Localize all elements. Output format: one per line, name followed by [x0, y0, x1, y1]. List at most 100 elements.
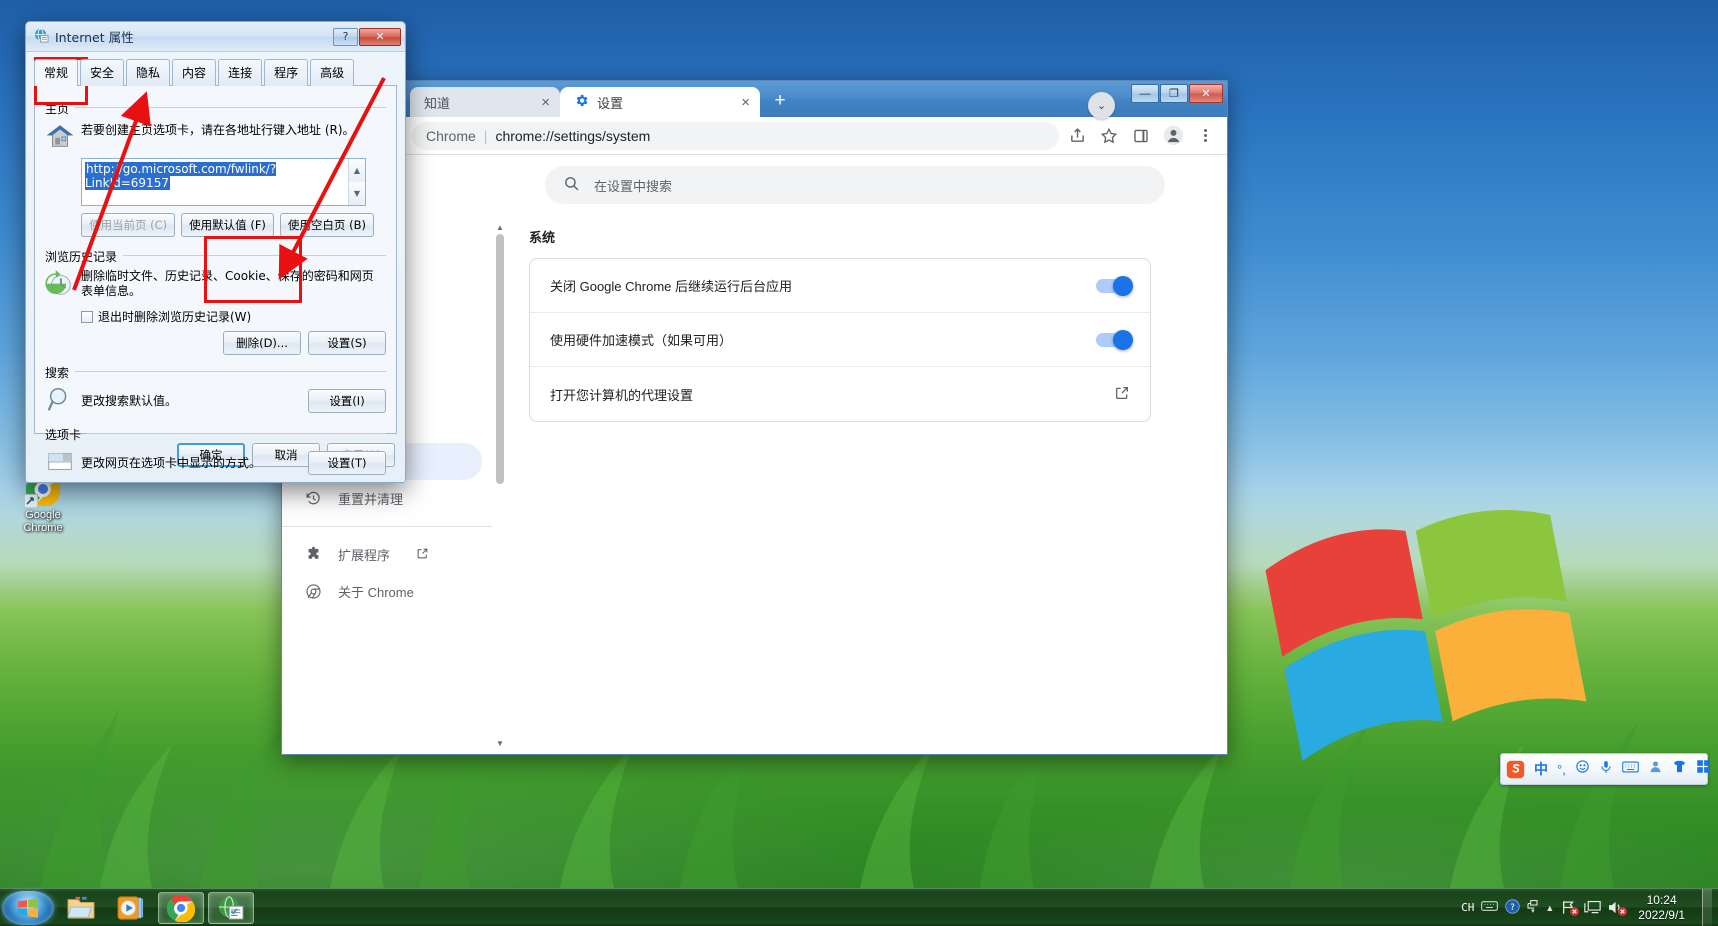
- delete-on-exit-checkbox[interactable]: [81, 310, 93, 323]
- clock[interactable]: 10:24 2022/9/1: [1632, 893, 1695, 923]
- dialog-title-buttons[interactable]: ? ✕: [333, 27, 405, 46]
- chrome-window[interactable]: 知道 × 设置 × + ⌄ — ❐ ✕ Chrome | chrome://se…: [281, 80, 1228, 755]
- search-group-header: 搜索: [45, 362, 386, 381]
- browser-tab-0[interactable]: 知道 ×: [410, 87, 560, 117]
- keyboard-icon[interactable]: [1621, 760, 1639, 779]
- tab-general[interactable]: 常规: [34, 59, 79, 86]
- profile-icon[interactable]: [1159, 122, 1187, 150]
- tab-security[interactable]: 安全: [80, 59, 125, 86]
- use-blank-page-button[interactable]: 使用空白页 (B): [279, 213, 374, 237]
- show-hidden-icons-icon[interactable]: ▾: [1527, 900, 1538, 915]
- tab-search-chevron-icon[interactable]: ⌄: [1088, 92, 1115, 119]
- input-language-indicator[interactable]: CH: [1461, 901, 1474, 914]
- tab-content[interactable]: 内容: [172, 59, 217, 86]
- show-desktop-button[interactable]: [1702, 889, 1712, 926]
- search-input[interactable]: 在设置中搜索: [545, 166, 1165, 204]
- tab-close-icon[interactable]: ×: [741, 95, 750, 110]
- toolbox-icon[interactable]: [1696, 759, 1711, 779]
- tab-close-icon[interactable]: ×: [541, 95, 550, 110]
- sidebar-item-extensions[interactable]: 扩展程序: [282, 536, 482, 573]
- tab-privacy[interactable]: 隐私: [126, 59, 171, 86]
- chevron-up-icon[interactable]: ▲: [1545, 903, 1554, 913]
- taskbar-windows-explorer[interactable]: [58, 892, 104, 924]
- dialog-titlebar[interactable]: Internet 属性 ? ✕: [26, 22, 405, 52]
- scroll-down-arrow-icon[interactable]: ▼: [349, 182, 365, 205]
- homepage-url-input[interactable]: http://go.microsoft.com/fwlink/?LinkId=6…: [81, 158, 366, 206]
- help-icon[interactable]: ?: [1505, 898, 1520, 917]
- history-restore-icon: [304, 490, 322, 508]
- delete-history-button[interactable]: 删除(D)...: [223, 331, 301, 355]
- chrome-toolbar[interactable]: Chrome | chrome://settings/system: [282, 117, 1227, 155]
- settings-scrollbar[interactable]: ▲ ▼: [493, 155, 507, 754]
- sidebar-item-label: 扩展程序: [338, 548, 391, 563]
- chrome-window-buttons[interactable]: — ❐ ✕: [1131, 84, 1223, 103]
- side-panel-icon[interactable]: [1127, 122, 1155, 150]
- setting-row-hardware-acceleration[interactable]: 使用硬件加速模式（如果可用）: [530, 313, 1150, 367]
- display-icon[interactable]: [1584, 900, 1602, 915]
- network-icon[interactable]: [1561, 900, 1580, 916]
- use-default-button[interactable]: 使用默认值 (F): [181, 213, 274, 237]
- svg-text:?: ?: [1510, 902, 1515, 912]
- bookmark-star-icon[interactable]: [1095, 122, 1123, 150]
- user-icon[interactable]: [1648, 759, 1663, 779]
- browser-tab-1[interactable]: 设置 ×: [560, 87, 760, 117]
- close-button[interactable]: ✕: [1189, 84, 1223, 103]
- sidebar-item-about-chrome[interactable]: 关于 Chrome: [282, 573, 482, 610]
- chrome-titlebar[interactable]: 知道 × 设置 × + ⌄ — ❐ ✕: [282, 81, 1227, 119]
- internet-properties-dialog[interactable]: Internet 属性 ? ✕ 常规 安全 隐私 内容 连接 程序 高级 主页: [25, 21, 406, 483]
- tabs-settings-button[interactable]: 设置(T): [308, 450, 386, 475]
- dialog-tabs[interactable]: 常规 安全 隐私 内容 连接 程序 高级: [26, 52, 405, 86]
- settings-page: 安全性 语言 下载内容: [282, 155, 1227, 754]
- minimize-button[interactable]: —: [1131, 84, 1159, 103]
- history-settings-button[interactable]: 设置(S): [308, 331, 386, 355]
- scroll-up-arrow-icon[interactable]: ▲: [496, 223, 504, 232]
- search-settings-button[interactable]: 设置(I): [308, 388, 386, 413]
- external-link-icon[interactable]: [1114, 385, 1130, 404]
- emoji-icon[interactable]: [1575, 759, 1590, 779]
- tabs-description: 更改网页在选项卡中显示的方式。: [81, 456, 262, 470]
- dialog-title: Internet 属性: [55, 30, 134, 45]
- hardware-acceleration-toggle[interactable]: [1096, 329, 1133, 350]
- delete-on-exit-row[interactable]: 退出时删除浏览历史记录(W): [81, 308, 386, 325]
- menu-icon[interactable]: [1191, 122, 1219, 150]
- start-button[interactable]: [2, 890, 54, 925]
- taskbar-google-chrome[interactable]: [158, 891, 204, 924]
- punctuation-icon[interactable]: °,: [1557, 762, 1566, 777]
- taskbar-windows-media-player[interactable]: [108, 892, 154, 924]
- scroll-thumb[interactable]: [496, 234, 504, 484]
- scroll-down-arrow-icon[interactable]: ▼: [496, 739, 504, 748]
- new-tab-button[interactable]: +: [766, 87, 794, 115]
- use-current-page-button: 使用当前页 (C): [81, 213, 176, 237]
- setting-row-proxy-settings[interactable]: 打开您计算机的代理设置: [530, 367, 1150, 421]
- taskbar[interactable]: CH ? ▾ ▲ 10:24 2022/9/1: [0, 888, 1718, 926]
- setting-row-background-apps[interactable]: 关闭 Google Chrome 后继续运行后台应用: [530, 259, 1150, 313]
- tab-advanced[interactable]: 高级: [310, 59, 355, 86]
- background-apps-toggle[interactable]: [1096, 275, 1133, 296]
- volume-icon[interactable]: [1608, 900, 1628, 916]
- voice-icon[interactable]: [1599, 760, 1613, 779]
- sidebar-divider: [282, 526, 492, 527]
- scroll-up-arrow-icon[interactable]: ▲: [349, 159, 365, 182]
- system-tray[interactable]: CH ? ▾ ▲ 10:24 2022/9/1: [1461, 889, 1718, 926]
- settings-content: ▲ ▼ 在设置中搜索 系统 关闭 Google Chrome 后继续运行后台应用…: [493, 155, 1227, 754]
- tab-connections[interactable]: 连接: [218, 59, 263, 86]
- help-button[interactable]: ?: [333, 27, 358, 46]
- skin-icon[interactable]: [1672, 759, 1687, 779]
- address-bar[interactable]: Chrome | chrome://settings/system: [412, 121, 1059, 150]
- taskbar-internet-properties[interactable]: [208, 891, 254, 924]
- sidebar-item-label: 重置并清理: [338, 492, 404, 507]
- sogou-logo-icon[interactable]: [1506, 760, 1525, 779]
- close-button[interactable]: ✕: [359, 27, 401, 46]
- ime-mode-label[interactable]: 中: [1534, 759, 1548, 779]
- sidebar-item-reset-cleanup[interactable]: 重置并清理: [282, 480, 482, 517]
- tab-programs[interactable]: 程序: [264, 59, 309, 86]
- tab-title: 设置: [597, 95, 624, 111]
- maximize-button[interactable]: ❐: [1160, 84, 1188, 103]
- sogou-ime-bar[interactable]: 中 °,: [1500, 753, 1711, 785]
- keyboard-icon[interactable]: [1481, 900, 1499, 915]
- desktop-icon-label-line2: Chrome: [23, 522, 63, 534]
- clock-date: 2022/9/1: [1638, 907, 1685, 922]
- share-icon[interactable]: [1063, 122, 1091, 150]
- url-scrollbar[interactable]: ▲ ▼: [348, 159, 365, 205]
- tab-title: 知道: [424, 95, 451, 111]
